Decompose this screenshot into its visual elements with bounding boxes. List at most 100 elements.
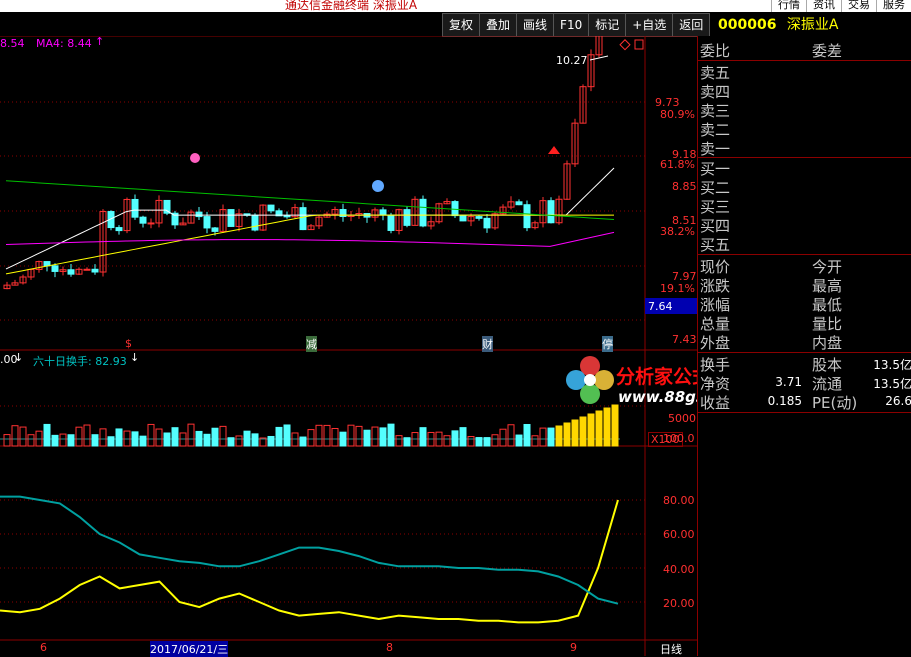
volume-bar — [475, 437, 483, 447]
volume-bar — [467, 436, 475, 447]
candle-body — [475, 216, 483, 219]
volume-bar — [531, 435, 539, 447]
volume-bar — [603, 407, 611, 447]
stat-row: 换手 股本 13.5亿 — [698, 354, 911, 374]
restore-rights-button[interactable]: 复权 — [442, 13, 481, 37]
volume-bar — [147, 423, 155, 447]
ma-magenta-line — [5, 231, 615, 247]
stock-code: 000006 — [718, 17, 777, 33]
indicator-label: 80.00 — [663, 494, 695, 507]
draw-line-button[interactable]: 画线 — [516, 13, 555, 37]
indicator-cyan-line — [0, 495, 619, 605]
volume-bar — [299, 436, 307, 447]
ma-green-line — [5, 180, 615, 220]
candle-body — [203, 216, 211, 229]
menu-quotes[interactable]: 行情 — [771, 0, 806, 12]
candle-body — [459, 215, 467, 222]
diamond-outline-icon — [619, 39, 631, 51]
menu-service[interactable]: 服务 — [876, 0, 911, 12]
candle-body — [83, 268, 91, 271]
kline-chart[interactable] — [0, 36, 697, 656]
current-price-label: 7.64 — [648, 300, 673, 313]
volume-bar — [43, 423, 51, 447]
volume-bar — [27, 434, 35, 447]
order-ratio-row: 委比 委差 — [698, 40, 911, 60]
overlay-button[interactable]: 叠加 — [479, 13, 518, 37]
volume-bar — [331, 428, 339, 447]
buy-row[interactable]: 买三 — [698, 196, 911, 216]
quote-panel: 委比 委差 卖五 卖四 卖三 卖二 卖一 买一 买二 买三 买四 买五 现价 今开… — [697, 36, 911, 656]
stat-value: 3.71 — [775, 375, 802, 389]
top-menu: 行情 资讯 交易 服务 — [771, 0, 911, 12]
buy-row[interactable]: 买一 — [698, 158, 911, 178]
indicator-label: 40.00 — [663, 563, 695, 576]
volume-bar — [59, 433, 67, 447]
ma-white-line — [5, 167, 615, 270]
buy-row[interactable]: 买四 — [698, 215, 911, 235]
buy-label: 买二 — [700, 179, 731, 197]
volume-bar — [203, 433, 211, 447]
volume-bar — [443, 435, 451, 447]
event-marker[interactable]: 减 — [306, 336, 317, 352]
ma4-legend: MA4: 8.44 — [36, 37, 92, 50]
volume-bar — [195, 430, 203, 447]
buy-row[interactable]: 买五 — [698, 234, 911, 254]
volume-bar — [155, 428, 163, 447]
menu-news[interactable]: 资讯 — [806, 0, 841, 12]
back-button[interactable]: 返回 — [672, 13, 711, 37]
volume-bar — [347, 424, 355, 447]
candle-body — [91, 268, 99, 273]
candle-body — [115, 227, 123, 232]
volume-bar — [387, 423, 395, 447]
sell-row[interactable]: 卖四 — [698, 81, 911, 101]
volume-bar — [579, 416, 587, 447]
candle-body — [67, 269, 75, 275]
buy-row[interactable]: 买二 — [698, 177, 911, 197]
quote-row: 涨幅 最低 — [698, 294, 911, 314]
stat-label: 收益 — [700, 394, 731, 412]
sell-label: 卖五 — [700, 64, 731, 82]
volume-bar — [419, 427, 427, 447]
candle-body — [227, 209, 235, 227]
sell-label: 卖一 — [700, 140, 731, 158]
candle-body — [299, 207, 307, 231]
volume-bar — [587, 413, 595, 447]
title-bar: 通达信金融终端 深振业A 行情 资讯 交易 服务 — [0, 0, 911, 12]
quote-row: 现价 今开 — [698, 256, 911, 276]
flower-logo-icon — [566, 356, 614, 404]
date-label: 9 — [570, 641, 577, 654]
volume-bar — [235, 435, 243, 447]
event-marker[interactable]: $ — [125, 337, 132, 350]
period-label[interactable]: 日线 — [660, 641, 682, 657]
mark-button[interactable]: 标记 — [588, 13, 627, 37]
quote-label: 最高 — [812, 277, 843, 295]
moving-averages — [5, 167, 615, 275]
volume-bar — [315, 424, 323, 447]
candle-body — [131, 198, 139, 218]
event-marker[interactable]: 停 — [602, 336, 613, 352]
sell-row[interactable]: 卖三 — [698, 100, 911, 120]
stat-label: 流通 — [812, 375, 843, 393]
chart-toolbar: 复权 叠加 画线 F10 标记 +自选 返回 — [442, 13, 711, 37]
volume-bar — [75, 426, 83, 447]
volume-bar — [51, 434, 59, 447]
indicator-label: 100.0 — [663, 432, 695, 445]
event-marker[interactable]: 财 — [482, 336, 493, 352]
date-label: 6 — [40, 641, 47, 654]
volume-bar — [219, 425, 227, 447]
volume-bar — [403, 437, 411, 447]
add-watchlist-button[interactable]: +自选 — [625, 13, 674, 37]
arrow-down-icon: ↓ — [130, 351, 140, 364]
volume-bar — [355, 425, 363, 447]
volume-bar — [307, 429, 315, 447]
stat-value: 26.6 — [885, 394, 911, 408]
quote-label: 涨跌 — [700, 277, 731, 295]
candle-body — [379, 209, 387, 216]
volume-axis-label: 5000 — [668, 412, 696, 425]
menu-trade[interactable]: 交易 — [841, 0, 876, 12]
volume-bar — [187, 423, 195, 447]
sell-row[interactable]: 卖二 — [698, 119, 911, 139]
f10-button[interactable]: F10 — [553, 13, 590, 37]
sell-row[interactable]: 卖五 — [698, 62, 911, 82]
sell-row[interactable]: 卖一 — [698, 138, 911, 158]
